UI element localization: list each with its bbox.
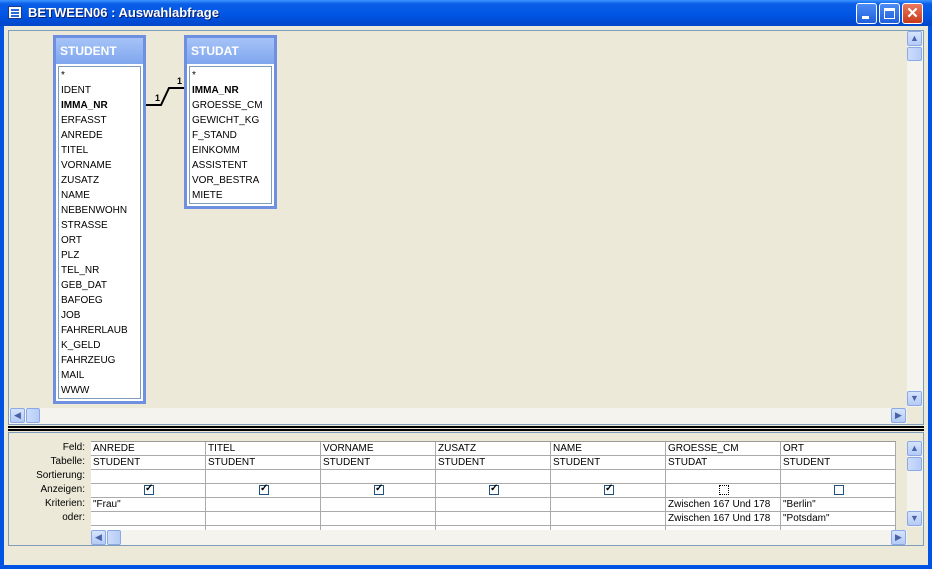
- show-cell[interactable]: [206, 484, 320, 498]
- show-checkbox[interactable]: [144, 484, 154, 495]
- scroll-down-button[interactable]: ▼: [907, 511, 922, 526]
- row-labels: Feld: Tabelle: Sortierung: Anzeigen: Kriteri…: [9, 441, 89, 525]
- grid-cell-field[interactable]: ZUSATZ: [436, 442, 550, 456]
- grid-cell-table[interactable]: STUDENT: [781, 456, 895, 470]
- grid-cell-table[interactable]: STUDENT: [321, 456, 435, 470]
- relationship-left-label: 1: [155, 93, 160, 103]
- maximize-icon: [884, 8, 895, 19]
- grid-cell-criteria[interactable]: [551, 498, 665, 512]
- relationship-line[interactable]: 1 1: [9, 31, 909, 411]
- grid-row-label: Sortierung:: [36, 470, 85, 481]
- grid-column: GROESSE_CM STUDAT Zwischen 167 Und 178 Zwis…: [666, 442, 781, 530]
- scroll-left-button[interactable]: ◀: [10, 408, 25, 423]
- close-icon: ✕: [906, 5, 919, 22]
- query-icon[interactable]: [8, 6, 22, 19]
- show-checkbox[interactable]: [604, 484, 614, 495]
- scroll-thumb[interactable]: [26, 408, 40, 423]
- grid-cell-field[interactable]: VORNAME: [321, 442, 435, 456]
- scroll-left-button[interactable]: ◀: [91, 530, 106, 545]
- grid-cell-or[interactable]: "Potsdam": [781, 512, 895, 526]
- grid-cell-sort[interactable]: [321, 470, 435, 484]
- grid-cell-table[interactable]: STUDENT: [436, 456, 550, 470]
- grid-cell-or[interactable]: [436, 512, 550, 526]
- scroll-thumb[interactable]: [907, 47, 922, 61]
- grid-cell-or[interactable]: Zwischen 167 Und 178: [666, 512, 780, 526]
- grid-cell-sort[interactable]: [781, 470, 895, 484]
- window-title: BETWEEN06 : Auswahlabfrage: [28, 5, 219, 20]
- scroll-up-button[interactable]: ▲: [907, 441, 922, 456]
- show-checkbox[interactable]: [719, 485, 729, 495]
- grid-cell-table[interactable]: STUDENT: [206, 456, 320, 470]
- grid-cell-table[interactable]: STUDENT: [551, 456, 665, 470]
- scroll-thumb[interactable]: [107, 530, 121, 545]
- grid-row-label: Kriterien:: [44, 498, 85, 509]
- grid-vertical-scrollbar[interactable]: ▲ ▼: [907, 441, 923, 527]
- grid-cell-field[interactable]: ANREDE: [91, 442, 205, 456]
- minimize-icon: [862, 16, 869, 19]
- show-checkbox[interactable]: [834, 485, 844, 495]
- grid-column: ANREDESTUDENT "Frau": [91, 442, 206, 530]
- title-bar[interactable]: BETWEEN06 : Auswahlabfrage ✕: [0, 0, 932, 26]
- grid-column: NAME STUDENT: [551, 442, 666, 530]
- grid-cell-criteria[interactable]: [436, 498, 550, 512]
- show-checkbox[interactable]: [374, 484, 384, 495]
- grid-cell-sort[interactable]: [666, 470, 780, 484]
- grid-cell-sort[interactable]: [206, 470, 320, 484]
- grid-cell-or[interactable]: [206, 512, 320, 526]
- relationship-right-label: 1: [177, 76, 182, 86]
- grid-column: ORT STUDENT "Berlin" "Potsdam": [781, 442, 896, 530]
- show-cell[interactable]: [436, 484, 550, 498]
- show-cell[interactable]: [666, 484, 780, 498]
- grid-horizontal-scrollbar[interactable]: ◀ ▶: [91, 530, 907, 545]
- minimize-button[interactable]: [856, 3, 877, 24]
- grid-cell-criteria[interactable]: Zwischen 167 Und 178: [666, 498, 780, 512]
- grid-cell-sort[interactable]: [436, 470, 550, 484]
- grid-cell-or[interactable]: [321, 512, 435, 526]
- grid-cell-table[interactable]: STUDAT: [666, 456, 780, 470]
- grid-cell-field[interactable]: TITEL: [206, 442, 320, 456]
- grid-row-label: oder:: [62, 512, 85, 523]
- grid-cell-field[interactable]: ORT: [781, 442, 895, 456]
- grid-column: ZUSATZ STUDENT: [436, 442, 551, 530]
- grid-cell-or[interactable]: [91, 512, 205, 526]
- maximize-button[interactable]: [879, 3, 900, 24]
- show-cell[interactable]: [551, 484, 665, 498]
- grid-cell-criteria[interactable]: [206, 498, 320, 512]
- grid-cell-table[interactable]: STUDENT: [91, 456, 205, 470]
- scroll-down-button[interactable]: ▼: [907, 391, 922, 406]
- table-pane-horizontal-scrollbar[interactable]: ◀ ▶: [9, 408, 907, 424]
- show-checkbox[interactable]: [489, 484, 499, 495]
- scroll-up-button[interactable]: ▲: [907, 31, 922, 46]
- table-pane-vertical-scrollbar[interactable]: ▲ ▼: [907, 31, 923, 407]
- grid-cell-criteria[interactable]: "Frau": [91, 498, 205, 512]
- table-pane[interactable]: STUDENT * IDENT IMMA_NR ERFASST ANREDE TITEL VO…: [8, 30, 924, 425]
- pane-splitter[interactable]: [8, 426, 924, 431]
- grid-cell-criteria[interactable]: [321, 498, 435, 512]
- show-cell[interactable]: [321, 484, 435, 498]
- close-button[interactable]: ✕: [902, 3, 923, 24]
- grid-cell-sort[interactable]: [91, 470, 205, 484]
- grid-row-label: Tabelle:: [50, 456, 85, 467]
- show-checkbox[interactable]: [259, 484, 269, 495]
- grid-row-label: Anzeigen:: [40, 484, 85, 495]
- scroll-right-button[interactable]: ▶: [891, 530, 906, 545]
- grid-cell-or[interactable]: [551, 512, 665, 526]
- show-cell[interactable]: [781, 484, 895, 498]
- grid-cell-field[interactable]: NAME: [551, 442, 665, 456]
- grid-cell-criteria[interactable]: "Berlin": [781, 498, 895, 512]
- grid-cell-field[interactable]: GROESSE_CM: [666, 442, 780, 456]
- show-cell[interactable]: [91, 484, 205, 498]
- grid-column: TITEL STUDENT: [206, 442, 321, 530]
- design-grid[interactable]: ANREDESTUDENT"Frau"TITELSTUDENTVORNAMEST…: [91, 441, 896, 530]
- scroll-thumb[interactable]: [907, 457, 922, 471]
- query-window: BETWEEN06 : Auswahlabfrage ✕ STUDENT * IDE…: [0, 0, 932, 569]
- design-grid-pane: Feld: Tabelle: Sortierung: Anzeigen: Kriteri…: [8, 432, 924, 546]
- grid-column: VORNAME STUDENT: [321, 442, 436, 530]
- grid-cell-sort[interactable]: [551, 470, 665, 484]
- scroll-right-button[interactable]: ▶: [891, 408, 906, 423]
- grid-row-label: Feld:: [62, 442, 85, 453]
- window-client: STUDENT * IDENT IMMA_NR ERFASST ANREDE TITEL VO…: [4, 26, 928, 565]
